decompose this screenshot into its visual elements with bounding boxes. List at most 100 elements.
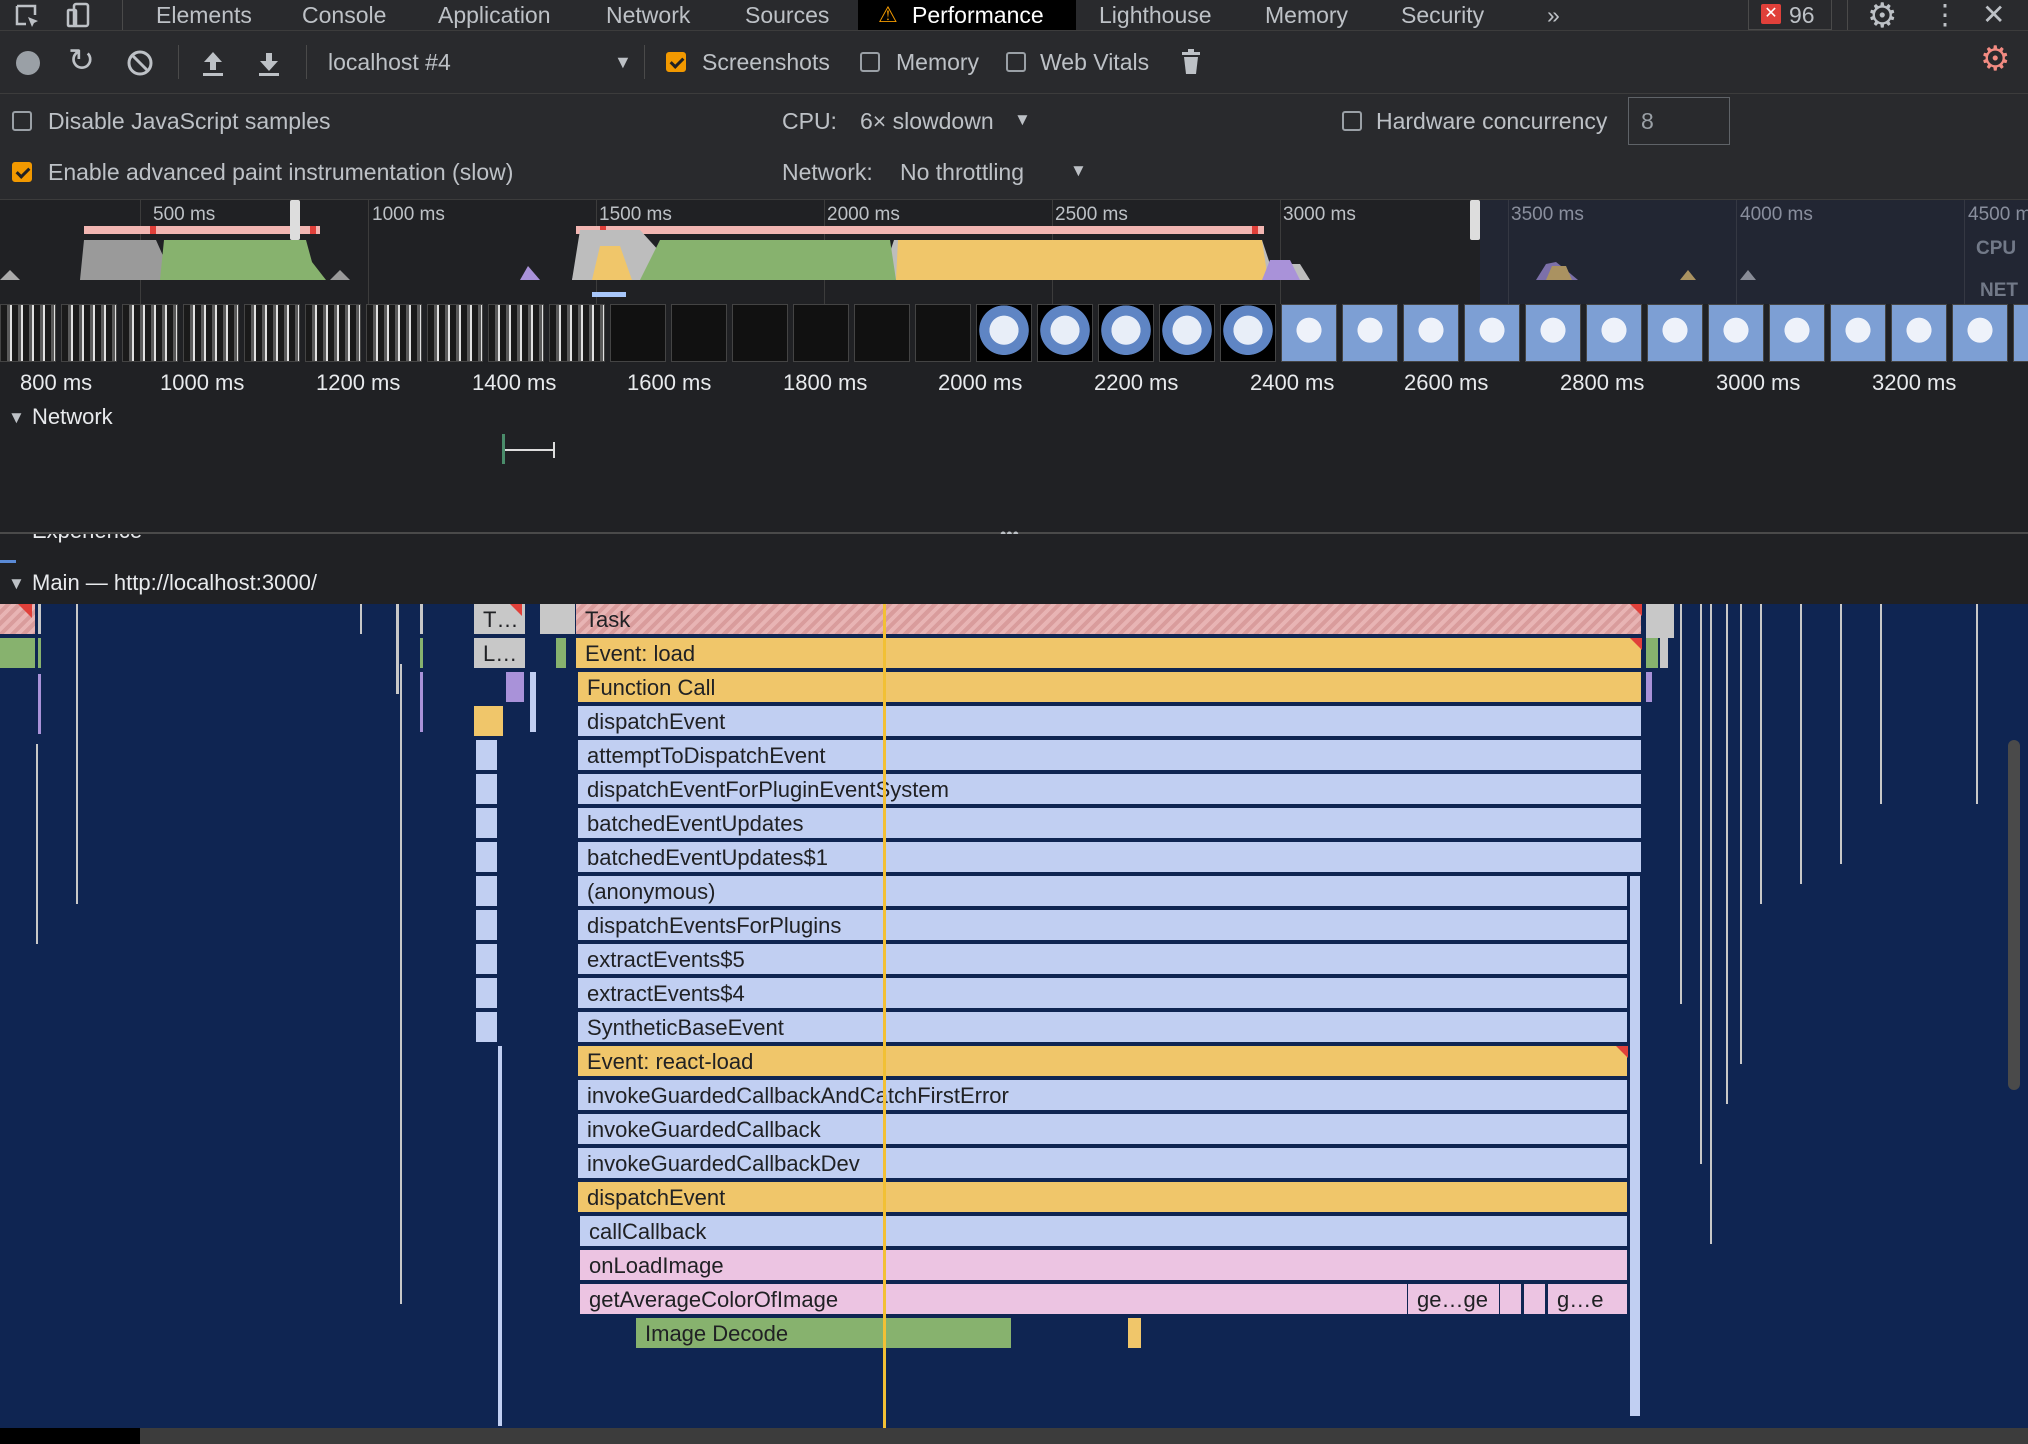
expand-triangle-icon[interactable]: ▼ [8,574,25,594]
screenshot-thumbnail[interactable] [1647,304,1703,362]
screenshot-thumbnail[interactable] [1891,304,1947,362]
flame-entry-function[interactable] [476,808,498,840]
screenshot-thumbnail[interactable] [122,304,178,362]
flame-entry-function[interactable]: extractEvents$5 [578,944,1628,976]
screenshot-thumbnail[interactable] [1220,304,1276,362]
screenshot-thumbnail[interactable] [1281,304,1337,362]
screenshot-thumbnail[interactable] [0,304,56,362]
flame-entry-function[interactable]: attemptToDispatchEvent [578,740,1642,772]
screenshot-thumbnail[interactable] [183,304,239,362]
inspect-element-icon[interactable] [14,3,42,29]
flame-entry-function[interactable]: extractEvents$4 [578,978,1628,1010]
flame-entry-event-load[interactable]: Event: load [576,638,1642,670]
flame-entry-task[interactable]: Task [576,604,1642,636]
network-throttle-select[interactable]: No throttling [900,159,1024,186]
screenshot-thumbnail[interactable] [1464,304,1520,362]
more-tabs-button[interactable]: » [1547,0,1560,30]
overview-window-handle-left[interactable] [290,200,300,240]
tab-security[interactable]: Security [1401,0,1484,30]
flame-entry-function[interactable] [1500,1284,1522,1316]
profile-select-arrow-icon[interactable]: ▼ [614,31,632,93]
cpu-select-arrow-icon[interactable]: ▼ [1014,110,1031,130]
screenshot-thumbnail[interactable] [549,304,605,362]
screenshot-thumbnail[interactable] [1525,304,1581,362]
device-toolbar-icon[interactable] [66,2,92,30]
screenshot-thumbnail[interactable] [1830,304,1886,362]
tab-network[interactable]: Network [606,0,690,30]
flame-entry-function[interactable]: g…e [1548,1284,1628,1316]
overview-window-handle-right[interactable] [1470,200,1480,240]
flame-entry-function[interactable] [476,842,498,874]
flame-entry-function[interactable]: (anonymous) [578,876,1628,908]
flame-entry-function[interactable]: dispatchEventForPluginEventSystem [578,774,1642,806]
network-select-arrow-icon[interactable]: ▼ [1070,161,1087,181]
flame-entry-function[interactable] [476,876,498,908]
screenshot-thumbnail[interactable] [1037,304,1093,362]
screenshot-thumbnail[interactable] [1342,304,1398,362]
flame-entry-function[interactable] [476,944,498,976]
main-thread-flame-chart[interactable]: T… L… Task Event: load Function Call dis… [0,604,2028,1428]
network-track[interactable]: ▼ Network [0,404,2028,532]
flame-entry-function[interactable]: SyntheticBaseEvent [578,1012,1628,1044]
flame-entry-event-react-load[interactable]: Event: react-load [578,1046,1628,1078]
horizontal-scrollbar[interactable] [0,1428,2028,1444]
flame-entry-dispatch-event[interactable]: dispatchEvent [578,1182,1628,1214]
screenshots-checkbox[interactable] [666,52,686,72]
screenshot-thumbnail[interactable] [427,304,483,362]
flame-entry-function[interactable] [1128,1318,1142,1350]
flame-entry-function[interactable] [476,1012,498,1044]
screenshot-thumbnail[interactable] [1769,304,1825,362]
flame-entry-event[interactable] [0,638,36,670]
expand-triangle-icon[interactable]: ▼ [8,408,25,428]
web-vitals-checkbox[interactable] [1006,52,1026,72]
capture-settings-gear-icon[interactable]: ⚙ [1980,39,2010,79]
screenshot-thumbnail[interactable] [61,304,117,362]
flame-entry-on-load-image[interactable]: onLoadImage [580,1250,1628,1282]
tab-lighthouse[interactable]: Lighthouse [1099,0,1212,30]
upload-profile-icon[interactable] [200,49,226,77]
screenshot-thumbnail[interactable] [1159,304,1215,362]
flame-entry-get-average-color[interactable]: getAverageColorOfImage [580,1284,1408,1316]
flame-entry-event[interactable]: L… [474,638,526,670]
reload-record-icon[interactable]: ↻ [68,41,95,79]
screenshot-thumbnail[interactable] [915,304,971,362]
tab-sources[interactable]: Sources [745,0,829,30]
flame-entry-function[interactable] [476,978,498,1010]
flame-entry-function[interactable]: invokeGuardedCallback [578,1114,1628,1146]
clear-icon[interactable] [126,49,154,77]
screenshot-thumbnail[interactable] [1403,304,1459,362]
screenshot-thumbnail[interactable] [244,304,300,362]
flame-entry-function[interactable]: ge…ge [1408,1284,1500,1316]
timeline-overview[interactable]: 500 ms 1000 ms 1500 ms 2000 ms 2500 ms 3… [0,200,2028,304]
cpu-throttle-select[interactable]: 6× slowdown [860,108,994,135]
tab-application[interactable]: Application [438,0,551,30]
close-devtools-icon[interactable]: ✕ [1982,0,2005,31]
flame-entry-function[interactable] [476,774,498,806]
flame-entry-function[interactable]: batchedEventUpdates$1 [578,842,1642,874]
flame-entry-function[interactable] [476,740,498,772]
download-profile-icon[interactable] [256,49,282,77]
flame-entry-function[interactable]: dispatchEventsForPlugins [578,910,1628,942]
screenshot-thumbnail[interactable] [1586,304,1642,362]
flame-entry-function[interactable] [1524,1284,1546,1316]
flame-entry-function[interactable]: invokeGuardedCallbackDev [578,1148,1628,1180]
flame-scrollbar[interactable] [2008,740,2020,1090]
screenshot-thumbnail[interactable] [1952,304,2008,362]
tab-performance[interactable]: ⚠ Performance [858,0,1076,30]
screenshot-filmstrip[interactable] [0,304,2028,364]
screenshot-thumbnail[interactable] [1708,304,1764,362]
screenshot-thumbnail[interactable] [488,304,544,362]
screenshot-thumbnail[interactable] [793,304,849,362]
trash-icon[interactable] [1180,48,1202,76]
flame-entry-function[interactable] [476,910,498,942]
screenshot-thumbnail[interactable] [976,304,1032,362]
screenshot-thumbnail[interactable] [2013,304,2028,362]
hardware-concurrency-checkbox[interactable] [1342,111,1362,131]
flame-entry-image-decode[interactable]: Image Decode [636,1318,1012,1350]
memory-checkbox[interactable] [860,52,880,72]
tab-memory[interactable]: Memory [1265,0,1348,30]
flame-entry-function[interactable]: callCallback [580,1216,1628,1248]
screenshot-thumbnail[interactable] [610,304,666,362]
flame-entry-function[interactable]: dispatchEvent [578,706,1642,738]
screenshot-thumbnail[interactable] [305,304,361,362]
